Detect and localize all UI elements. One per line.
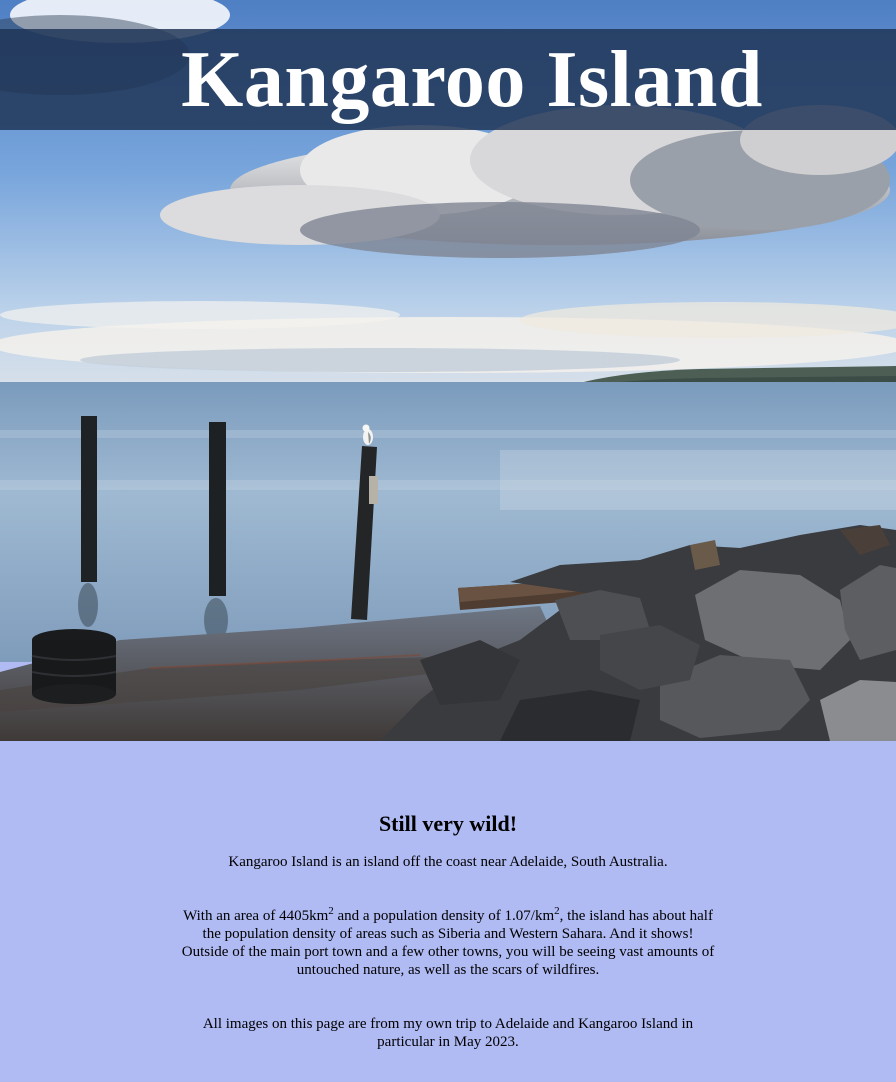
intro-paragraph: Kangaroo Island is an island off the coa… (228, 854, 668, 870)
title-banner: Kangaroo Island (0, 29, 896, 130)
content-section: Still very wild! Kangaroo Island is an i… (0, 741, 896, 1051)
section-heading: Still very wild! (378, 811, 518, 836)
stats-text-2: and a population density of 1.07/km (333, 908, 555, 924)
stats-paragraph: With an area of 4405km2 and a population… (178, 906, 718, 979)
tyre-stack (31, 629, 117, 704)
hero-section: Kangaroo Island (0, 0, 896, 741)
image-credit-paragraph: All images on this page are from my own … (202, 1016, 694, 1050)
stats-text-1: With an area of 4405km (183, 908, 329, 924)
page-title: Kangaroo Island (181, 35, 763, 124)
